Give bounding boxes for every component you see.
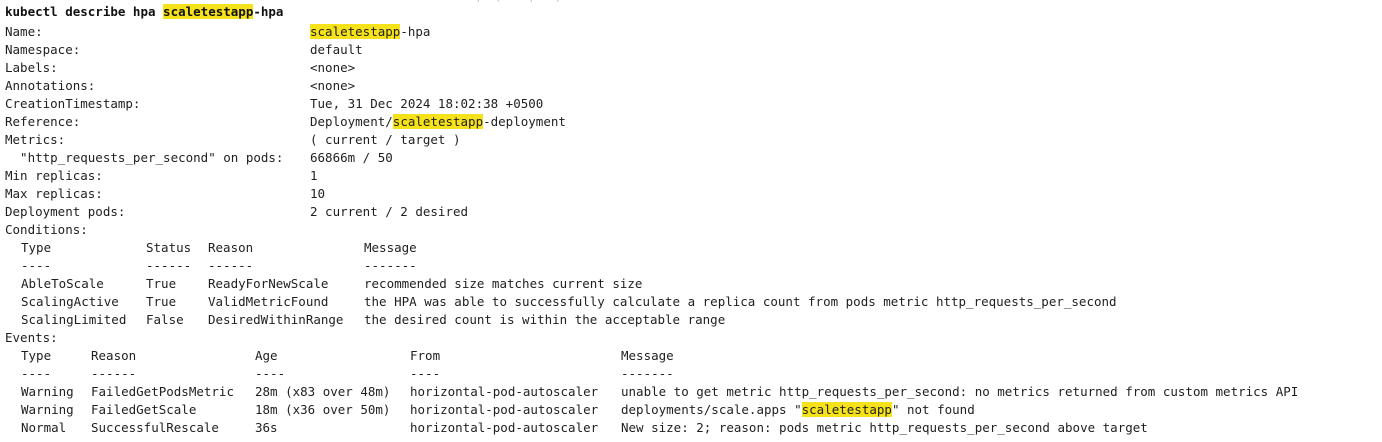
event-from: horizontal-pod-autoscaler (410, 384, 599, 399)
event-message: New size: 2; reason: pods metric http_re… (621, 420, 1148, 435)
field-label: Deployment pods: (5, 204, 126, 219)
col-status: Status (146, 240, 192, 255)
condition-status: False (146, 312, 184, 327)
divider-from: ---- (410, 366, 441, 381)
field-label: Annotations: (5, 78, 96, 93)
condition-reason: ValidMetricFound (208, 294, 329, 309)
field-value: 66866m / 50 (310, 150, 393, 165)
field-label: CreationTimestamp: (5, 96, 141, 111)
name-highlight: scaletestapp (310, 24, 401, 39)
col-message: Message (621, 348, 674, 363)
field-label: "http_requests_per_second" on pods: (5, 150, 284, 165)
reference-prefix: Deployment/ (310, 114, 393, 129)
divider-reason: ------ (208, 258, 254, 273)
field-value: 10 (310, 186, 326, 201)
event-message-suffix: " not found (891, 402, 975, 417)
field-value: Tue, 31 Dec 2024 18:02:38 +0500 (310, 96, 544, 111)
col-reason: Reason (91, 348, 137, 363)
condition-message: recommended size matches current size (364, 276, 643, 291)
field-value: default (310, 42, 363, 57)
event-type: Warning (21, 384, 74, 399)
condition-type: ScalingActive (21, 294, 119, 309)
condition-reason: DesiredWithinRange (208, 312, 344, 327)
condition-message: the desired count is within the acceptab… (364, 312, 726, 327)
col-from: From (410, 348, 441, 363)
event-message-prefix: deployments/scale.apps " (621, 402, 802, 417)
field-value: 1 (310, 168, 318, 183)
divider-type: ---- (21, 258, 52, 273)
field-value: ( current / target ) (310, 132, 461, 147)
conditions-title: Conditions: (5, 222, 88, 237)
terminal-output: ' ' ' ' kubectl describe hpa scaletestap… (5, 0, 1382, 442)
field-value: 2 current / 2 desired (310, 204, 469, 219)
field-label: Namespace: (5, 42, 81, 57)
condition-status: True (146, 276, 177, 291)
event-reason: FailedGetPodsMetric (91, 384, 234, 399)
condition-reason: ReadyForNewScale (208, 276, 329, 291)
condition-type: ScalingLimited (21, 312, 127, 327)
divider-reason: ------ (91, 366, 137, 381)
event-from: horizontal-pod-autoscaler (410, 402, 599, 417)
field-value: scaletestapp-hpa (310, 23, 430, 41)
col-type: Type (21, 240, 52, 255)
event-from: horizontal-pod-autoscaler (410, 420, 599, 435)
command-highlight: scaletestapp (163, 4, 254, 19)
condition-status: True (146, 294, 177, 309)
command-line: kubectl describe hpa scaletestapp-hpa (5, 3, 283, 21)
condition-type: AbleToScale (21, 276, 104, 291)
field-label: Max replicas: (5, 186, 103, 201)
field-label: Metrics: (5, 132, 66, 147)
divider-type: ---- (21, 366, 52, 381)
event-message-highlight: scaletestapp (801, 402, 892, 417)
events-title: Events: (5, 330, 58, 345)
event-message: deployments/scale.apps "scaletestapp" no… (621, 401, 975, 419)
previous-output-fragment: ' ' ' ' (475, 0, 562, 10)
field-value: Deployment/scaletestapp-deployment (310, 113, 566, 131)
field-label: Labels: (5, 60, 58, 75)
event-age: 18m (x36 over 50m) (255, 402, 391, 417)
divider-age: ---- (255, 366, 286, 381)
reference-highlight: scaletestapp (392, 114, 484, 129)
event-type: Normal (21, 420, 67, 435)
col-message: Message (364, 240, 417, 255)
event-age: 28m (x83 over 48m) (255, 384, 391, 399)
reference-suffix: -deployment (483, 114, 566, 129)
col-type: Type (21, 348, 52, 363)
field-label: Name: (5, 24, 43, 39)
event-type: Warning (21, 402, 74, 417)
field-value: <none> (310, 60, 356, 75)
col-reason: Reason (208, 240, 254, 255)
field-label: Min replicas: (5, 168, 103, 183)
condition-message: the HPA was able to successfully calcula… (364, 294, 1117, 309)
event-reason: FailedGetScale (91, 402, 197, 417)
name-suffix: -hpa (400, 24, 431, 39)
field-label: Reference: (5, 114, 81, 129)
event-reason: SuccessfulRescale (91, 420, 219, 435)
command-prefix: kubectl describe hpa (5, 4, 164, 19)
event-age: 36s (255, 420, 278, 435)
divider-status: ------ (146, 258, 192, 273)
divider-message: ------- (364, 258, 417, 273)
divider-message: ------- (621, 366, 674, 381)
field-value: <none> (310, 78, 356, 93)
col-age: Age (255, 348, 278, 363)
event-message: unable to get metric http_requests_per_s… (621, 384, 1299, 399)
command-suffix: -hpa (253, 4, 284, 19)
